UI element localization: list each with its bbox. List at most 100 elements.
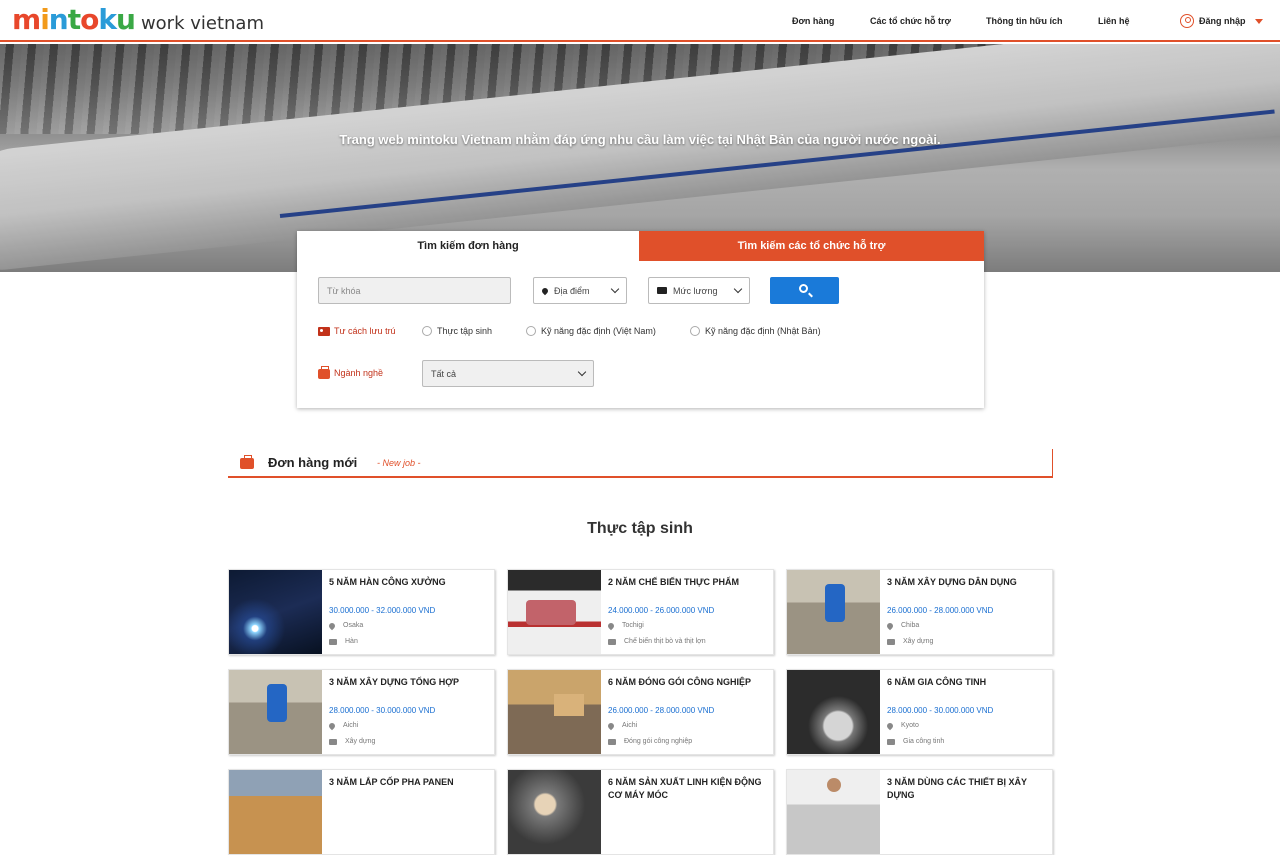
radio-specified-skill-japan[interactable]: Kỹ năng đặc định (Nhật Bản) <box>690 326 821 336</box>
tab-search-jobs[interactable]: Tìm kiếm đơn hàng <box>297 231 639 261</box>
job-location: Osaka <box>327 621 363 630</box>
industry-select[interactable]: Tất cả <box>422 360 594 387</box>
nav-support-orgs[interactable]: Các tổ chức hỗ trợ <box>870 0 951 42</box>
briefcase-icon <box>608 738 616 745</box>
user-icon <box>1180 14 1194 28</box>
search-button[interactable] <box>770 277 839 304</box>
nav-useful-info[interactable]: Thông tin hữu ích <box>986 0 1063 42</box>
hero-tagline: Trang web mintoku Vietnam nhằm đáp ứng n… <box>339 132 941 147</box>
salary-select-label: Mức lương <box>673 285 718 296</box>
job-location: Kyoto <box>885 721 919 730</box>
location-pin-icon <box>327 721 337 730</box>
job-card[interactable]: 3 NĂM DÙNG CÁC THIẾT BỊ XÂY DỰNG <box>786 769 1053 855</box>
job-thumbnail <box>229 770 322 854</box>
radio-intern[interactable]: Thực tập sinh <box>422 326 492 336</box>
radio-dot <box>422 326 432 336</box>
money-icon <box>657 287 667 294</box>
job-card[interactable]: 5 NĂM HÀN CÔNG XƯỞNG 30.000.000 - 32.000… <box>228 569 495 655</box>
job-title: 6 NĂM GIA CÔNG TINH <box>887 677 987 687</box>
job-thumbnail <box>229 570 322 654</box>
location-select-label: Địa điểm <box>554 285 590 296</box>
new-jobs-section-header: Đơn hàng mới - New job - <box>228 449 1053 478</box>
location-pin-icon <box>606 621 616 630</box>
residence-status-text: Tư cách lưu trú <box>334 326 396 336</box>
industry-select-value: Tất cả <box>431 368 457 379</box>
radio-dot <box>690 326 700 336</box>
job-card[interactable]: 2 NĂM CHẾ BIẾN THỰC PHẨM 24.000.000 - 26… <box>507 569 774 655</box>
section-subtitle: - New job - <box>377 458 421 468</box>
job-card[interactable]: 6 NĂM SẢN XUẤT LINH KIỆN ĐỘNG CƠ MÁY MÓC <box>507 769 774 855</box>
job-industry: Hàn <box>329 638 358 645</box>
job-industry: Đóng gói công nghiệp <box>608 738 692 745</box>
job-industry-text: Chế biến thịt bò và thịt lợn <box>624 638 706 645</box>
chevron-down-icon <box>577 367 587 377</box>
nav-contact[interactable]: Liên hệ <box>1098 0 1130 42</box>
chevron-down-icon <box>733 284 743 294</box>
job-title: 6 NĂM ĐÓNG GÓI CÔNG NGHIỆP <box>608 677 752 687</box>
job-industry: Xây dựng <box>329 738 375 745</box>
chevron-down-icon <box>610 284 620 294</box>
job-salary: 30.000.000 - 32.000.000 VND <box>329 606 436 615</box>
job-salary: 26.000.000 - 28.000.000 VND <box>887 606 994 615</box>
briefcase-icon <box>608 638 616 645</box>
keyword-input[interactable]: Từ khóa <box>318 277 511 304</box>
id-card-icon <box>318 326 330 336</box>
job-title: 3 NĂM LẮP CỐP PHA PANEN <box>329 777 454 787</box>
job-location-text: Chiba <box>901 622 920 629</box>
job-salary: 28.000.000 - 30.000.000 VND <box>329 706 436 715</box>
radio-label: Kỹ năng đặc định (Việt Nam) <box>541 326 656 336</box>
job-card[interactable]: 6 NĂM ĐÓNG GÓI CÔNG NGHIỆP 26.000.000 - … <box>507 669 774 755</box>
category-title: Thực tập sinh <box>587 520 693 537</box>
location-select[interactable]: Địa điểm <box>533 277 627 304</box>
job-location: Aichi <box>327 721 359 730</box>
radio-dot <box>526 326 536 336</box>
job-location: Chiba <box>885 621 920 630</box>
industry-label: Ngành nghề <box>318 366 384 379</box>
job-card[interactable]: 6 NĂM GIA CÔNG TINH 28.000.000 - 30.000.… <box>786 669 1053 755</box>
job-thumbnail <box>229 670 322 754</box>
job-salary: 28.000.000 - 30.000.000 VND <box>887 706 994 715</box>
logo-subtitle: work vietnam <box>140 13 264 34</box>
logo-wordmark: mintoku <box>12 3 136 36</box>
job-title: 3 NĂM DÙNG CÁC THIẾT BỊ XÂY DỰNG <box>887 777 1027 800</box>
job-salary: 24.000.000 - 26.000.000 VND <box>608 606 715 615</box>
job-location: Aichi <box>606 721 637 730</box>
industry-label-text: Ngành nghề <box>334 368 384 378</box>
job-thumbnail <box>787 770 880 854</box>
location-pin-icon <box>540 286 550 295</box>
briefcase-icon <box>329 638 337 645</box>
job-card[interactable]: 3 NĂM XÂY DỰNG TỔNG HỢP 28.000.000 - 30.… <box>228 669 495 755</box>
login-label: Đăng nhập <box>1199 16 1246 26</box>
job-title: 6 NĂM SẢN XUẤT LINH KIỆN ĐỘNG CƠ MÁY MÓC <box>608 777 762 800</box>
job-industry: Chế biến thịt bò và thịt lợn <box>608 638 706 645</box>
job-thumbnail <box>787 670 880 754</box>
radio-label: Kỹ năng đặc định (Nhật Bản) <box>705 326 821 336</box>
job-card[interactable]: 3 NĂM LẮP CỐP PHA PANEN <box>228 769 495 855</box>
location-pin-icon <box>885 621 895 630</box>
residence-status-label: Tư cách lưu trú <box>318 326 396 336</box>
job-thumbnail <box>508 570 601 654</box>
job-industry-text: Hàn <box>345 638 358 645</box>
location-pin-icon <box>327 621 337 630</box>
salary-select[interactable]: Mức lương <box>648 277 750 304</box>
radio-label: Thực tập sinh <box>437 326 493 336</box>
job-card[interactable]: 3 NĂM XÂY DỰNG DÂN DỤNG 26.000.000 - 28.… <box>786 569 1053 655</box>
location-pin-icon <box>885 721 895 730</box>
nav-orders[interactable]: Đơn hàng <box>792 0 834 42</box>
login-button[interactable]: Đăng nhập <box>1180 0 1263 42</box>
site-logo[interactable]: mintoku work vietnam <box>12 4 264 36</box>
job-thumbnail <box>508 770 601 854</box>
job-thumbnail <box>508 670 601 754</box>
caret-down-icon <box>1254 18 1263 24</box>
job-location: Tochigi <box>606 621 644 630</box>
job-title: 5 NĂM HÀN CÔNG XƯỞNG <box>329 577 446 587</box>
briefcase-icon <box>318 366 330 379</box>
job-location-text: Aichi <box>343 722 359 729</box>
briefcase-icon <box>240 455 254 469</box>
tab-search-orgs[interactable]: Tìm kiếm các tổ chức hỗ trợ <box>639 231 984 261</box>
job-thumbnail <box>787 570 880 654</box>
radio-specified-skill-vietnam[interactable]: Kỹ năng đặc định (Việt Nam) <box>526 326 656 336</box>
job-salary: 26.000.000 - 28.000.000 VND <box>608 706 715 715</box>
job-industry: Gia công tinh <box>887 738 944 745</box>
job-industry: Xây dựng <box>887 638 933 645</box>
